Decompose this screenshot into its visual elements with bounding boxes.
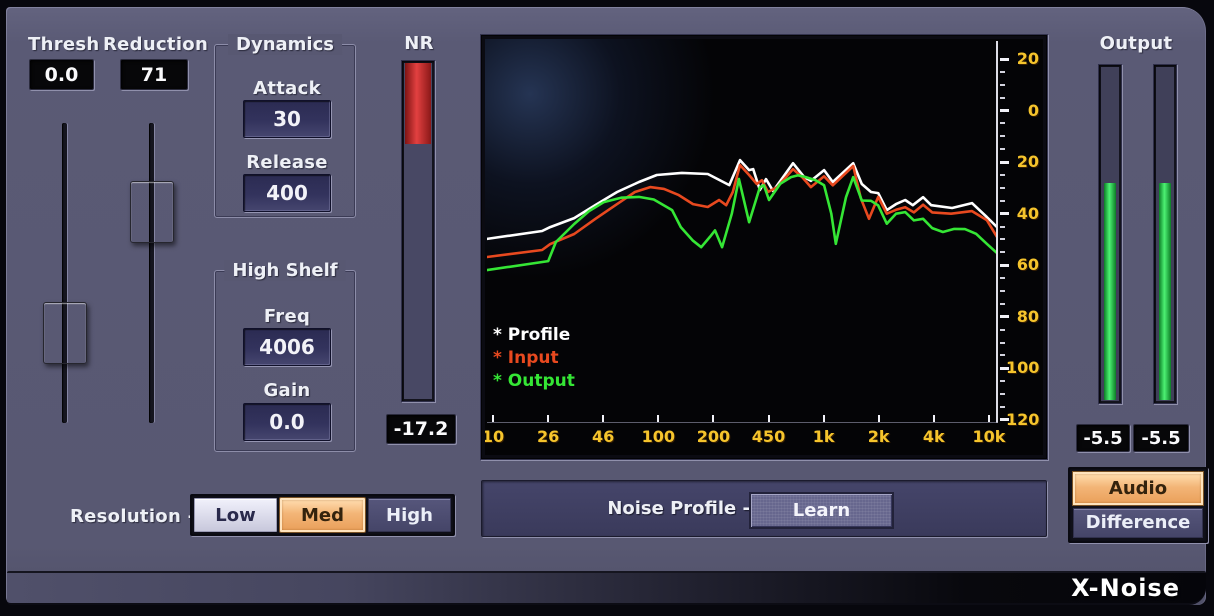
nr-meter-fill bbox=[405, 63, 431, 144]
x-tick bbox=[712, 415, 714, 422]
y-tick-minor bbox=[1000, 174, 1005, 176]
y-tick-minor bbox=[1000, 226, 1005, 228]
y-tick-label: 100 bbox=[1006, 358, 1039, 377]
attack-label: Attack bbox=[253, 78, 321, 99]
y-tick-label: 20 bbox=[1006, 152, 1039, 171]
thresh-fader-handle[interactable] bbox=[43, 302, 87, 364]
y-tick-minor bbox=[1000, 97, 1005, 99]
x-tick bbox=[768, 415, 770, 422]
monitor-group: Audio Difference bbox=[1068, 467, 1208, 543]
y-tick-minor bbox=[1000, 277, 1005, 279]
x-tick-label: 26 bbox=[525, 427, 571, 446]
dynamics-group-label: Dynamics bbox=[228, 34, 342, 55]
x-tick bbox=[657, 415, 659, 422]
monitor-audio-button[interactable]: Audio bbox=[1073, 472, 1203, 505]
resolution-button-low[interactable]: Low bbox=[194, 498, 277, 532]
legend-output: * Output bbox=[493, 371, 575, 391]
x-tick-label: 1k bbox=[801, 427, 847, 446]
y-tick-minor bbox=[1000, 303, 1005, 305]
y-tick-minor bbox=[1000, 187, 1005, 189]
noise-profile-label: Noise Profile - bbox=[482, 498, 750, 519]
y-tick-label: 20 bbox=[1006, 49, 1039, 68]
legend-profile: * Profile bbox=[493, 325, 570, 345]
thresh-label: Thresh bbox=[28, 34, 100, 55]
y-tick-minor bbox=[1000, 200, 1005, 202]
nr-label: NR bbox=[404, 33, 434, 54]
y-tick-minor bbox=[1000, 135, 1005, 137]
y-tick-minor bbox=[1000, 238, 1005, 240]
reduction-label: Reduction bbox=[103, 34, 208, 55]
y-tick-label: 60 bbox=[1006, 255, 1039, 274]
legend-input: * Input bbox=[493, 348, 559, 368]
gain-field[interactable]: 0.0 bbox=[243, 403, 331, 441]
y-tick-label: 40 bbox=[1006, 204, 1039, 223]
resolution-group: Low Med High bbox=[190, 494, 455, 536]
release-label: Release bbox=[246, 152, 328, 173]
monitor-difference-button[interactable]: Difference bbox=[1073, 508, 1203, 539]
nr-meter bbox=[401, 60, 435, 402]
y-tick-label: 0 bbox=[1006, 101, 1039, 120]
freq-label: Freq bbox=[264, 306, 310, 327]
x-tick bbox=[492, 415, 494, 422]
y-tick-minor bbox=[1000, 354, 1005, 356]
plugin-title: X-Noise bbox=[1071, 574, 1180, 602]
x-tick bbox=[933, 415, 935, 422]
output-meter-right-fill bbox=[1159, 183, 1171, 400]
y-tick-minor bbox=[1000, 251, 1005, 253]
y-tick-minor bbox=[1000, 406, 1005, 408]
y-tick-minor bbox=[1000, 122, 1005, 124]
learn-button[interactable]: Learn bbox=[749, 492, 894, 529]
y-tick-minor bbox=[1000, 84, 1005, 86]
x-tick bbox=[988, 415, 990, 422]
x-tick-label: 200 bbox=[690, 427, 736, 446]
spectrum-plot-svg bbox=[487, 41, 997, 423]
output-meter-left-fill bbox=[1104, 183, 1116, 400]
spectrum-graph: 20020406080100120 1026461002004501k2k4k1… bbox=[485, 39, 1043, 455]
resolution-button-med[interactable]: Med bbox=[280, 498, 365, 532]
y-tick-minor bbox=[1000, 290, 1005, 292]
y-tick-label: 80 bbox=[1006, 307, 1039, 326]
x-tick bbox=[547, 415, 549, 422]
x-tick bbox=[823, 415, 825, 422]
y-tick-minor bbox=[1000, 329, 1005, 331]
x-tick-label: 4k bbox=[911, 427, 957, 446]
x-axis-line bbox=[487, 422, 998, 423]
reduction-fader-handle[interactable] bbox=[130, 181, 174, 243]
y-tick-minor bbox=[1000, 342, 1005, 344]
y-tick-minor bbox=[1000, 393, 1005, 395]
y-axis-line bbox=[996, 41, 998, 423]
x-tick-label: 2k bbox=[856, 427, 902, 446]
gain-label: Gain bbox=[263, 380, 310, 401]
nr-value: -17.2 bbox=[386, 414, 456, 444]
x-tick-label: 46 bbox=[580, 427, 626, 446]
x-tick bbox=[878, 415, 880, 422]
y-tick-minor bbox=[1000, 380, 1005, 382]
thresh-value[interactable]: 0.0 bbox=[29, 59, 94, 90]
release-field[interactable]: 400 bbox=[243, 174, 331, 212]
x-tick bbox=[602, 415, 604, 422]
output-value-left: -5.5 bbox=[1076, 424, 1130, 452]
output-label: Output bbox=[1100, 33, 1173, 54]
thresh-fader-track[interactable] bbox=[62, 123, 67, 423]
x-tick-label: 10k bbox=[966, 427, 1012, 446]
title-bar: X-Noise bbox=[7, 571, 1206, 605]
noise-profile-panel: Noise Profile - Learn bbox=[481, 480, 1047, 537]
resolution-label: Resolution - bbox=[70, 506, 195, 527]
output-meter-right bbox=[1153, 64, 1177, 404]
x-tick-label: 450 bbox=[746, 427, 792, 446]
y-tick-minor bbox=[1000, 71, 1005, 73]
y-tick-minor bbox=[1000, 148, 1005, 150]
output-meter-left bbox=[1098, 64, 1122, 404]
reduction-value[interactable]: 71 bbox=[120, 59, 188, 90]
attack-field[interactable]: 30 bbox=[243, 100, 331, 138]
freq-field[interactable]: 4006 bbox=[243, 328, 331, 366]
spectrum-graph-frame: 20020406080100120 1026461002004501k2k4k1… bbox=[480, 34, 1048, 460]
resolution-button-high[interactable]: High bbox=[368, 498, 451, 532]
output-value-right: -5.5 bbox=[1133, 424, 1189, 452]
high-shelf-group-label: High Shelf bbox=[224, 260, 345, 281]
x-tick-label: 100 bbox=[635, 427, 681, 446]
x-tick-label: 10 bbox=[485, 427, 516, 446]
reduction-fader-track[interactable] bbox=[149, 123, 154, 423]
